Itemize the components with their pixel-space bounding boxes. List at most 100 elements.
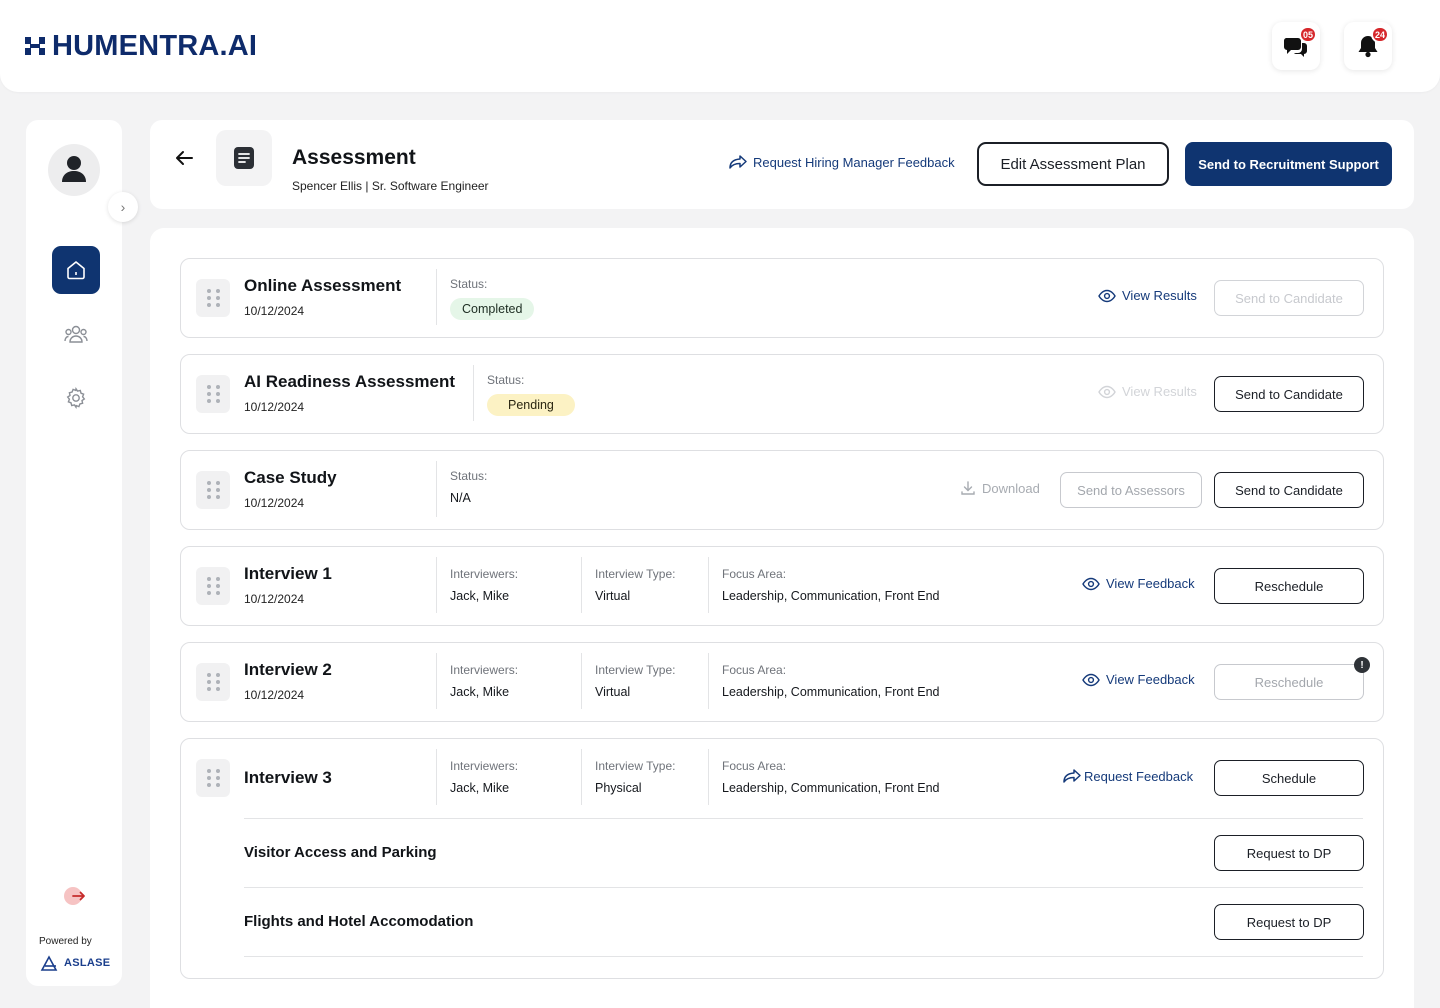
send-to-candidate-button[interactable]: Send to Candidate <box>1214 280 1364 316</box>
messages-button[interactable]: 05 <box>1272 22 1320 70</box>
status-value: N/A <box>450 491 471 505</box>
divider <box>436 653 437 709</box>
row-date: 10/12/2024 <box>244 592 305 606</box>
reschedule-button[interactable]: Reschedule <box>1214 568 1364 604</box>
share-arrow-icon <box>729 155 747 169</box>
view-feedback-link[interactable]: View Feedback <box>1082 672 1195 687</box>
send-to-assessors-button[interactable]: Send to Assessors <box>1060 472 1202 508</box>
humentra-logo-icon <box>25 37 45 55</box>
send-recruitment-support-button[interactable]: Send to Recruitment Support <box>1185 142 1392 186</box>
top-bar: HUMENTRA.AI 05 24 <box>0 0 1440 92</box>
share-arrow-icon <box>1063 769 1081 783</box>
back-arrow-icon[interactable] <box>172 146 196 170</box>
view-results-link[interactable]: View Results <box>1098 288 1197 303</box>
drag-handle-icon[interactable] <box>196 663 230 701</box>
interview-type-label: Interview Type: <box>595 759 676 773</box>
row-date: 10/12/2024 <box>244 304 305 318</box>
chevron-right-icon: › <box>120 199 126 215</box>
interviewers-label: Interviewers: <box>450 759 519 773</box>
home-icon <box>67 261 85 280</box>
powered-by-label: Powered by <box>39 936 92 947</box>
status-badge: Completed <box>450 298 535 320</box>
page-title: Assessment <box>292 146 416 169</box>
focus-area-label: Focus Area: <box>722 759 787 773</box>
divider <box>436 269 437 325</box>
row-date: 10/12/2024 <box>244 688 305 702</box>
divider <box>473 365 474 421</box>
edit-assessment-plan-button[interactable]: Edit Assessment Plan <box>977 142 1169 186</box>
divider <box>244 956 1363 957</box>
row-title: Interview 1 <box>244 564 332 583</box>
sidebar-item-settings[interactable] <box>52 374 100 422</box>
status-badge: Pending <box>487 394 575 416</box>
status-label: Status: <box>487 373 525 387</box>
request-feedback-link[interactable]: Request Feedback <box>1062 768 1193 784</box>
logout-icon <box>64 887 85 905</box>
interviewers-value: Jack, Mike <box>450 685 510 699</box>
request-feedback-label: Request Feedback <box>1084 768 1194 784</box>
interviewers-label: Interviewers: <box>450 567 519 581</box>
view-feedback-label: View Feedback <box>1106 672 1195 687</box>
assessment-list: Online Assessment 10/12/2024 Status: Com… <box>150 228 1414 1008</box>
interview-row-2: Interview 2 10/12/2024 Interviewers: Jac… <box>180 642 1384 722</box>
interviewers-value: Jack, Mike <box>450 781 510 795</box>
messages-badge: 05 <box>1298 26 1317 43</box>
drag-handle-icon[interactable] <box>196 471 230 509</box>
alert-icon[interactable]: ! <box>1354 657 1370 673</box>
row-title: Case Study <box>244 468 337 487</box>
interviewers-label: Interviewers: <box>450 663 519 677</box>
interview-type-label: Interview Type: <box>595 567 676 581</box>
eye-icon <box>1082 673 1100 686</box>
send-to-candidate-button[interactable]: Send to Candidate <box>1214 376 1364 412</box>
avatar[interactable] <box>48 144 100 196</box>
sidebar-item-home[interactable] <box>52 246 100 294</box>
brand-logo[interactable]: HUMENTRA.AI <box>24 30 257 62</box>
view-feedback-link[interactable]: View Feedback <box>1082 576 1195 591</box>
send-to-candidate-button[interactable]: Send to Candidate <box>1214 472 1364 508</box>
reschedule-button[interactable]: Reschedule <box>1214 664 1364 700</box>
sidebar-item-users[interactable] <box>52 310 100 358</box>
divider <box>244 818 1363 819</box>
divider <box>708 749 709 805</box>
row-title: Online Assessment <box>244 276 402 295</box>
notifications-button[interactable]: 24 <box>1344 22 1392 70</box>
schedule-button[interactable]: Schedule <box>1214 760 1364 796</box>
sidebar: › Powered by ASLASE <box>26 120 138 986</box>
divider <box>581 653 582 709</box>
logistics-item-title: Visitor Access and Parking <box>244 844 437 861</box>
interview-type-value: Physical <box>595 781 642 795</box>
row-date: 10/12/2024 <box>244 496 305 510</box>
interview-type-value: Virtual <box>595 589 631 603</box>
document-tile <box>216 130 272 186</box>
assessment-row-online: Online Assessment 10/12/2024 Status: Com… <box>180 258 1384 338</box>
page-header: Assessment Spencer Ellis | Sr. Software … <box>150 120 1414 209</box>
request-to-dp-button[interactable]: Request to DP <box>1214 835 1364 871</box>
download-label: Download <box>982 480 1040 496</box>
view-results-link[interactable]: View Results <box>1098 384 1197 399</box>
partner-logo: ASLASE <box>40 955 110 971</box>
divider <box>581 557 582 613</box>
divider <box>244 887 1363 888</box>
request-hm-feedback-link[interactable]: Request Hiring Manager Feedback <box>728 154 955 170</box>
download-link[interactable]: Download <box>960 480 1040 496</box>
drag-handle-icon[interactable] <box>196 375 230 413</box>
divider <box>436 749 437 805</box>
document-icon <box>234 147 254 169</box>
drag-handle-icon[interactable] <box>196 567 230 605</box>
interview-type-value: Virtual <box>595 685 631 699</box>
divider <box>708 557 709 613</box>
drag-handle-icon[interactable] <box>196 279 230 317</box>
sidebar-expand-button[interactable]: › <box>108 192 138 222</box>
brand-name: HUMENTRA.AI <box>52 29 258 62</box>
logout-button[interactable] <box>62 882 90 910</box>
eye-icon <box>1082 577 1100 590</box>
gear-icon <box>66 387 86 409</box>
divider <box>436 557 437 613</box>
interview-type-label: Interview Type: <box>595 663 676 677</box>
assessment-row-case-study: Case Study 10/12/2024 Status: N/A Downlo… <box>180 450 1384 530</box>
drag-handle-icon[interactable] <box>196 759 230 797</box>
aslase-logo-icon <box>40 955 58 971</box>
user-icon <box>62 156 86 182</box>
status-label: Status: <box>450 277 488 291</box>
request-to-dp-button[interactable]: Request to DP <box>1214 904 1364 940</box>
